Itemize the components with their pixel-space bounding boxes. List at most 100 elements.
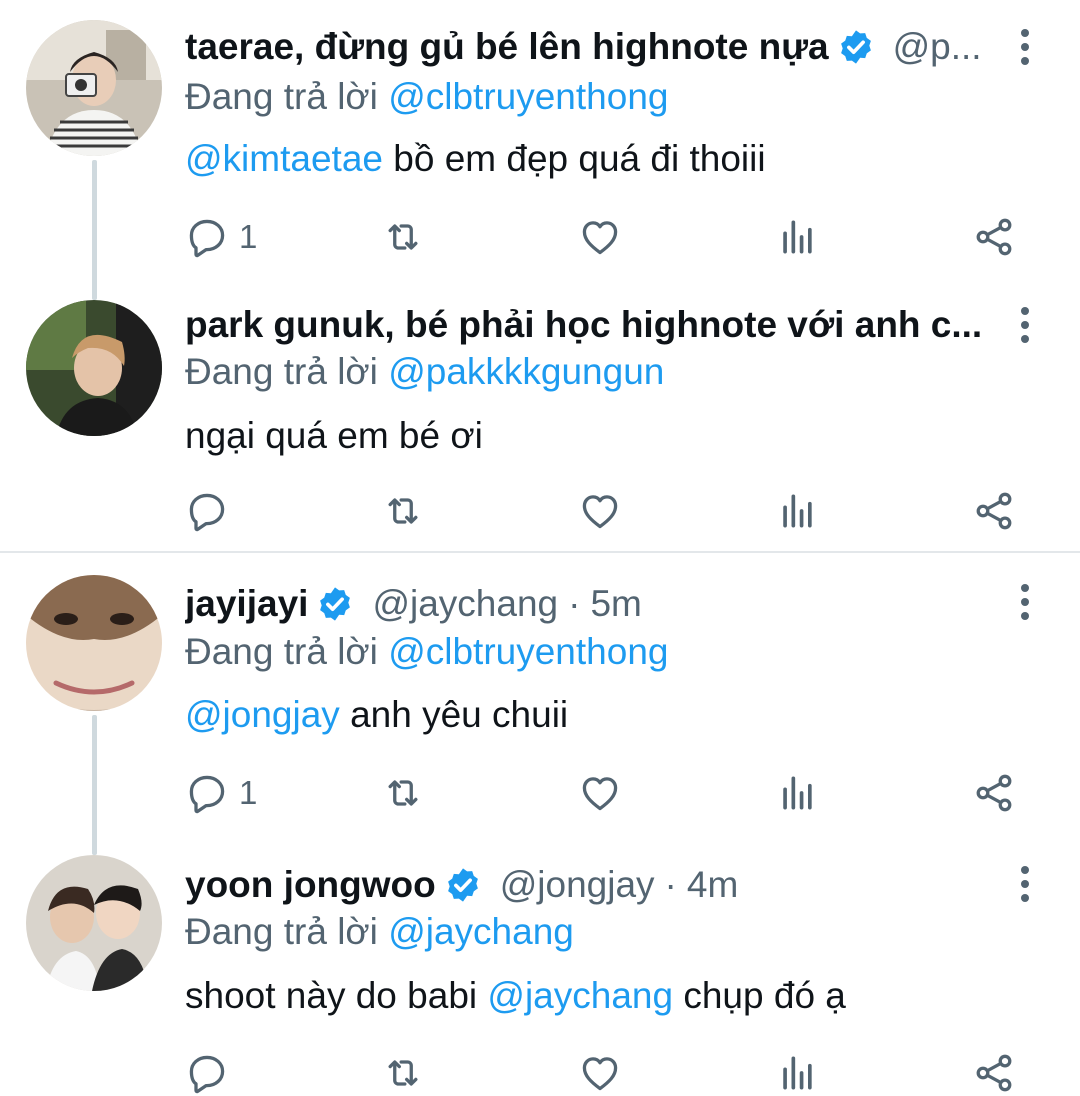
share-icon [972, 215, 1016, 259]
share-button[interactable] [972, 212, 1016, 262]
separator-dot: · [664, 864, 677, 905]
tweet-text: @jongjay anh yêu chuii [185, 690, 568, 740]
retweet-button[interactable] [381, 768, 425, 818]
reply-button[interactable] [185, 1048, 239, 1096]
replying-to-label: Đang trả lời [185, 911, 378, 952]
avatar[interactable] [26, 575, 162, 711]
replying-to: Đang trả lời @clbtruyenthong [185, 627, 668, 677]
tweet-text-before: shoot này do babi [185, 975, 488, 1016]
replying-to-label: Đang trả lời [185, 351, 378, 392]
retweet-icon [381, 1051, 425, 1095]
share-icon [972, 1051, 1016, 1095]
like-button[interactable] [578, 486, 622, 536]
mention-link[interactable]: @kimtaetae [185, 138, 383, 179]
verified-badge-icon [837, 28, 875, 66]
replying-to-label: Đang trả lời [185, 631, 378, 672]
share-button[interactable] [972, 1048, 1016, 1096]
display-name[interactable]: yoon jongwoo [185, 860, 436, 910]
tweet-text: ngại quá em bé ơi [185, 411, 483, 461]
retweet-button[interactable] [381, 212, 425, 262]
share-icon [972, 771, 1016, 815]
avatar[interactable] [26, 20, 162, 156]
reply-icon [185, 489, 229, 533]
heart-icon [578, 771, 622, 815]
mention-link[interactable]: @jongjay [185, 694, 340, 735]
tweet-4[interactable]: yoon jongwoo @jongjay · 4m Đang trả lời … [0, 845, 1080, 1096]
display-name[interactable]: jayijayi [185, 579, 308, 629]
like-button[interactable] [578, 768, 622, 818]
action-bar [185, 1048, 1035, 1096]
replying-to-handle[interactable]: @clbtruyenthong [388, 76, 668, 117]
avatar[interactable] [26, 300, 162, 436]
retweet-icon [381, 771, 425, 815]
retweet-button[interactable] [381, 486, 425, 536]
replying-to: Đang trả lời @jaychang [185, 907, 574, 957]
reply-count: 1 [239, 218, 258, 255]
verified-badge-icon [316, 585, 354, 623]
reply-count: 1 [239, 774, 258, 811]
views-button[interactable] [775, 486, 819, 536]
views-button[interactable] [775, 1048, 819, 1096]
timestamp[interactable]: 5m [590, 579, 641, 629]
timestamp[interactable]: 4m [687, 860, 738, 910]
replying-to-label: Đang trả lời [185, 76, 378, 117]
tweet-text-content: bồ em đẹp quá đi thoiii [382, 138, 766, 179]
display-name[interactable]: park gunuk, bé phải học highnote với anh… [185, 300, 982, 350]
tweet-header: taerae, đừng gủ bé lên highnote nựa @p..… [185, 22, 985, 72]
tweet-text: shoot này do babi @jaychang chụp đó ạ [185, 971, 846, 1021]
display-name[interactable]: taerae, đừng gủ bé lên highnote nựa [185, 22, 829, 72]
share-button[interactable] [972, 486, 1016, 536]
share-icon [972, 489, 1016, 533]
more-options-icon[interactable] [1014, 862, 1036, 906]
more-options-icon[interactable] [1014, 303, 1036, 347]
tweet-header: park gunuk, bé phải học highnote với anh… [185, 300, 985, 350]
tweet-text-after: chụp đó ạ [673, 975, 846, 1016]
replying-to-handle[interactable]: @clbtruyenthong [388, 631, 668, 672]
heart-icon [578, 215, 622, 259]
action-bar: 1 [185, 212, 1035, 262]
heart-icon [578, 1051, 622, 1095]
views-icon [775, 215, 819, 259]
replying-to-handle[interactable]: @pakkkkgungun [388, 351, 664, 392]
views-icon [775, 771, 819, 815]
retweet-icon [381, 215, 425, 259]
views-icon [775, 1051, 819, 1095]
thread-divider [0, 551, 1080, 553]
reply-icon [185, 771, 229, 815]
like-button[interactable] [578, 1048, 622, 1096]
user-handle[interactable]: @jongjay [500, 860, 655, 910]
action-bar: 1 [185, 768, 1035, 818]
views-icon [775, 489, 819, 533]
retweet-icon [381, 489, 425, 533]
user-handle[interactable]: @jaychang [372, 579, 558, 629]
tweet-text-content: anh yêu chuii [339, 694, 569, 735]
tweet-3[interactable]: jayijayi @jaychang · 5m Đang trả lời @cl… [0, 555, 1080, 845]
tweet-1[interactable]: taerae, đừng gủ bé lên highnote nựa @p..… [0, 0, 1080, 290]
retweet-button[interactable] [381, 1048, 425, 1096]
action-bar [185, 486, 1035, 536]
verified-badge-icon [444, 866, 482, 904]
replying-to-handle[interactable]: @jaychang [388, 911, 574, 952]
tweet-2[interactable]: park gunuk, bé phải học highnote với anh… [0, 290, 1080, 550]
reply-button[interactable] [185, 486, 239, 536]
views-button[interactable] [775, 768, 819, 818]
like-button[interactable] [578, 212, 622, 262]
share-button[interactable] [972, 768, 1016, 818]
separator-dot: · [568, 583, 581, 624]
more-options-icon[interactable] [1014, 580, 1036, 624]
reply-button[interactable]: 1 [185, 212, 257, 262]
tweet-text-content: ngại quá em bé ơi [185, 415, 483, 456]
replying-to: Đang trả lời @pakkkkgungun [185, 347, 664, 397]
reply-button[interactable]: 1 [185, 768, 257, 818]
replying-to: Đang trả lời @clbtruyenthong [185, 72, 668, 122]
more-options-icon[interactable] [1014, 25, 1036, 69]
views-button[interactable] [775, 212, 819, 262]
avatar[interactable] [26, 855, 162, 991]
reply-icon [185, 1051, 229, 1095]
reply-icon [185, 215, 229, 259]
user-handle[interactable]: @p... [893, 22, 982, 72]
tweet-header: yoon jongwoo @jongjay · 4m [185, 860, 985, 910]
mention-link[interactable]: @jaychang [487, 975, 673, 1016]
tweet-header: jayijayi @jaychang · 5m [185, 579, 985, 629]
heart-icon [578, 489, 622, 533]
